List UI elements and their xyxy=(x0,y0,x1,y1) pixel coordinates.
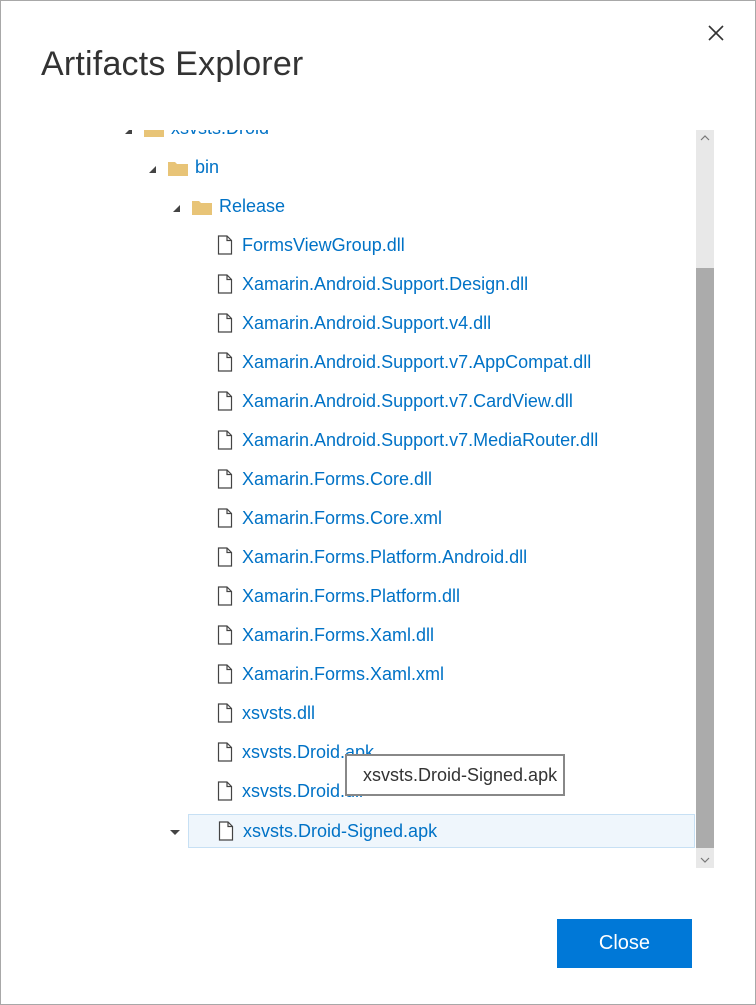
file-icon xyxy=(217,313,233,333)
file-icon xyxy=(217,625,233,645)
tree-file-row[interactable]: Xamarin.Forms.Platform.dll xyxy=(111,580,694,614)
tree-file-row[interactable]: Xamarin.Android.Support.v4.dll xyxy=(111,307,694,341)
file-icon xyxy=(217,352,233,372)
file-icon xyxy=(217,781,233,801)
close-button[interactable]: Close xyxy=(557,919,692,968)
tree-file-row[interactable]: Xamarin.Forms.Xaml.xml xyxy=(111,658,694,692)
file-icon xyxy=(217,508,233,528)
chevron-up-icon[interactable] xyxy=(696,130,714,146)
scrollbar-thumb[interactable] xyxy=(696,268,714,848)
tree-file-row[interactable]: Xamarin.Android.Support.v7.MediaRouter.d… xyxy=(111,424,694,458)
folder-icon xyxy=(143,130,165,138)
tree-file-label[interactable]: Xamarin.Forms.Xaml.dll xyxy=(242,625,434,646)
file-icon xyxy=(217,742,233,762)
tree-file-label[interactable]: Xamarin.Forms.Platform.Android.dll xyxy=(242,547,527,568)
tree-file-label[interactable]: Xamarin.Forms.Core.dll xyxy=(242,469,432,490)
file-icon xyxy=(217,430,233,450)
tree-file-label[interactable]: Xamarin.Android.Support.Design.dll xyxy=(242,274,528,295)
tree-file-row[interactable]: Xamarin.Forms.Core.xml xyxy=(111,502,694,536)
close-icon[interactable] xyxy=(701,18,731,48)
tree-folder-label[interactable]: xsvsts.Droid xyxy=(171,130,269,139)
file-icon xyxy=(217,664,233,684)
folder-icon xyxy=(167,159,189,177)
tree-folder-row[interactable]: Release xyxy=(111,190,694,224)
expanded-arrow-icon[interactable] xyxy=(147,162,159,174)
file-icon xyxy=(217,274,233,294)
file-icon xyxy=(217,235,233,255)
tree-folder-label[interactable]: bin xyxy=(195,157,219,178)
tree-folder-row[interactable]: bin xyxy=(111,151,694,185)
folder-icon xyxy=(191,198,213,216)
tree-file-label[interactable]: Xamarin.Android.Support.v7.AppCompat.dll xyxy=(242,352,591,373)
tree-scrollbar[interactable] xyxy=(696,130,714,868)
tree-file-label[interactable]: FormsViewGroup.dll xyxy=(242,235,405,256)
dialog-title: Artifacts Explorer xyxy=(41,45,304,83)
tree-file-row[interactable]: xsvsts.dll xyxy=(111,697,694,731)
tree-file-row[interactable]: Xamarin.Forms.Platform.Android.dll xyxy=(111,541,694,575)
tree-file-label[interactable]: Xamarin.Forms.Xaml.xml xyxy=(242,664,444,685)
expanded-arrow-icon[interactable] xyxy=(171,201,183,213)
tree-file-row[interactable]: Xamarin.Android.Support.v7.CardView.dll xyxy=(111,385,694,419)
tree-file-row[interactable]: Xamarin.Forms.Core.dll xyxy=(111,463,694,497)
expanded-arrow-icon[interactable] xyxy=(123,130,135,135)
tree-file-label[interactable]: Xamarin.Android.Support.v4.dll xyxy=(242,313,491,334)
artifacts-explorer-dialog: Artifacts Explorer xsvsts.Droid binReleas… xyxy=(0,0,756,1005)
caret-down-icon[interactable] xyxy=(169,825,181,837)
file-icon xyxy=(218,821,234,841)
file-icon xyxy=(217,703,233,723)
tree-folder-row[interactable]: xsvsts.Droid xyxy=(111,130,694,146)
tree-folder-label[interactable]: Release xyxy=(219,196,285,217)
tree-file-row[interactable]: FormsViewGroup.dll xyxy=(111,229,694,263)
tree-file-label[interactable]: Xamarin.Forms.Core.xml xyxy=(242,508,442,529)
tree-file-label[interactable]: Xamarin.Android.Support.v7.CardView.dll xyxy=(242,391,573,412)
file-icon xyxy=(217,586,233,606)
tree-file-row[interactable]: Xamarin.Android.Support.v7.AppCompat.dll xyxy=(111,346,694,380)
tree-file-row[interactable]: Xamarin.Forms.Xaml.dll xyxy=(111,619,694,653)
file-icon xyxy=(217,547,233,567)
tree-file-row[interactable]: Xamarin.Android.Support.Design.dll xyxy=(111,268,694,302)
chevron-down-icon[interactable] xyxy=(696,852,714,868)
tree-file-label[interactable]: Xamarin.Forms.Platform.dll xyxy=(242,586,460,607)
tree-file-label[interactable]: xsvsts.Droid-Signed.apk xyxy=(243,821,437,842)
file-icon xyxy=(217,469,233,489)
tree-file-label[interactable]: Xamarin.Android.Support.v7.MediaRouter.d… xyxy=(242,430,598,451)
filename-tooltip: xsvsts.Droid-Signed.apk xyxy=(345,754,565,796)
tree-file-label[interactable]: xsvsts.dll xyxy=(242,703,315,724)
tree-file-row-selected[interactable]: xsvsts.Droid-Signed.apk xyxy=(188,814,695,848)
file-icon xyxy=(217,391,233,411)
